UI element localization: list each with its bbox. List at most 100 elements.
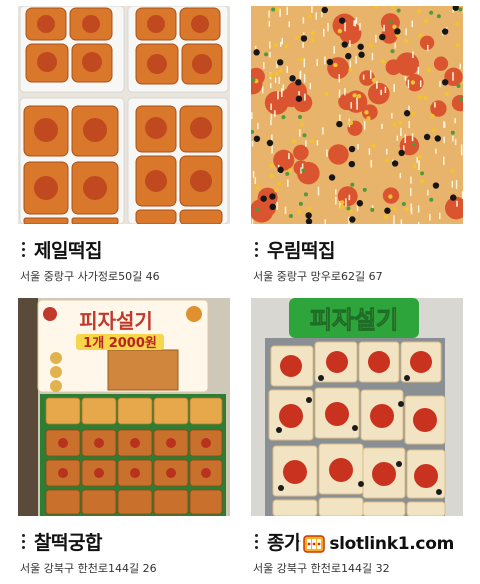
cheese-shred	[251, 112, 253, 120]
corn-kernel	[307, 206, 312, 211]
corn-kernel	[404, 206, 409, 212]
cheese-shred	[375, 34, 377, 43]
green-pepper-bit	[362, 187, 367, 192]
more-options-icon[interactable]	[18, 530, 28, 552]
pizza-trays-image	[18, 6, 230, 224]
cheese-shred	[326, 149, 328, 157]
shop-name[interactable]: 종가	[267, 528, 301, 555]
green-pepper-bit	[456, 84, 461, 89]
cheese-shred	[270, 103, 272, 111]
cheese-shred	[288, 21, 290, 28]
cheese-shred	[286, 6, 288, 16]
cheese-shred	[279, 8, 281, 17]
olive-slice	[384, 207, 391, 214]
olive-slice	[356, 200, 364, 207]
green-pepper-bit	[412, 142, 417, 147]
cheese-shred	[427, 44, 429, 52]
cheese-shred	[460, 149, 463, 156]
cheese-shred	[322, 127, 324, 135]
cheese-shred	[305, 140, 307, 147]
pepperoni-slice	[338, 93, 355, 111]
shop-name[interactable]: 제일떡집	[34, 236, 102, 263]
cheese-shred	[345, 198, 347, 207]
cheese-shred	[386, 148, 388, 155]
cheese-shred	[381, 123, 383, 130]
more-options-icon[interactable]	[251, 530, 261, 552]
corn-kernel	[274, 71, 279, 76]
more-options-icon[interactable]	[251, 238, 261, 260]
shop-photo-1[interactable]	[18, 6, 230, 224]
olive-slice	[266, 139, 274, 147]
green-pepper-bit	[301, 168, 306, 173]
corn-kernel	[371, 143, 376, 149]
cheese-shred	[269, 82, 272, 89]
corn-kernel	[423, 95, 428, 101]
corn-kernel	[324, 91, 329, 97]
sign-price: 1개 2000원	[83, 336, 157, 351]
corn-kernel	[398, 120, 403, 126]
cheese-shred	[252, 170, 255, 178]
corn-kernel	[294, 35, 300, 40]
cheese-shred	[417, 66, 420, 75]
cheese-shred	[427, 189, 429, 196]
cheese-shred	[335, 196, 337, 205]
cheese-shred	[383, 24, 385, 32]
cheese-shred	[384, 86, 387, 93]
shop-title-row: 우림떡집	[251, 236, 335, 262]
cheese-shred	[404, 134, 406, 144]
shop-photo-4[interactable]: 피자설기	[251, 298, 463, 516]
cheese-shred	[393, 83, 395, 92]
cheese-shred	[408, 120, 411, 129]
corn-kernel	[255, 185, 261, 190]
shop-name[interactable]: 찰떡궁합	[34, 528, 102, 555]
cheese-shred	[443, 136, 445, 144]
olive-slice	[357, 43, 364, 50]
shop-photo-2[interactable]	[251, 6, 463, 224]
olive-slice	[253, 49, 260, 56]
corn-kernel	[310, 37, 316, 43]
olive-slice	[321, 6, 329, 14]
corn-kernel	[348, 120, 354, 125]
green-pepper-bit	[396, 8, 401, 13]
corn-kernel	[299, 122, 305, 127]
cheese-shred	[419, 80, 422, 87]
shop-title-row: 제일떡집	[18, 236, 102, 262]
corn-kernel	[371, 77, 377, 83]
corn-kernel	[416, 9, 422, 14]
more-options-icon[interactable]	[18, 238, 28, 260]
cheese-shred	[315, 12, 317, 20]
shop-name[interactable]: 우림떡집	[267, 236, 335, 263]
cheese-shred	[439, 212, 441, 220]
pepperoni-slice	[368, 82, 390, 105]
green-pepper-bit	[346, 206, 351, 211]
corn-kernel	[356, 93, 362, 99]
cheese-shred	[344, 22, 346, 32]
olive-slice	[345, 52, 352, 60]
cheese-shred	[349, 40, 351, 48]
corn-kernel	[418, 95, 423, 100]
cheese-shred	[316, 140, 319, 146]
corn-kernel	[339, 204, 345, 209]
cheese-shred	[254, 177, 257, 185]
corn-kernel	[404, 38, 409, 44]
cheese-shred	[371, 52, 374, 61]
cheese-shred	[288, 152, 290, 160]
corn-kernel	[337, 28, 343, 34]
green-pepper-bit	[370, 207, 375, 212]
shop-photo-3[interactable]: 피자설기 1개 2000원	[18, 298, 230, 516]
cheese-shred	[321, 11, 323, 18]
corn-kernel	[368, 43, 374, 49]
cheese-shred	[452, 135, 454, 142]
cheese-shred	[412, 51, 414, 58]
corn-kernel	[384, 158, 390, 163]
cheese-shred	[404, 75, 407, 81]
green-pepper-bit	[401, 202, 406, 207]
sign-title: 피자설기	[79, 309, 153, 333]
cheese-shred	[284, 206, 287, 215]
corn-kernel	[450, 168, 455, 174]
green-pepper-bit	[251, 78, 256, 83]
green-pepper-bit	[458, 7, 463, 12]
green-pepper-bit	[429, 197, 434, 202]
pepperoni-slice	[433, 56, 449, 71]
cheese-shred	[309, 82, 312, 90]
